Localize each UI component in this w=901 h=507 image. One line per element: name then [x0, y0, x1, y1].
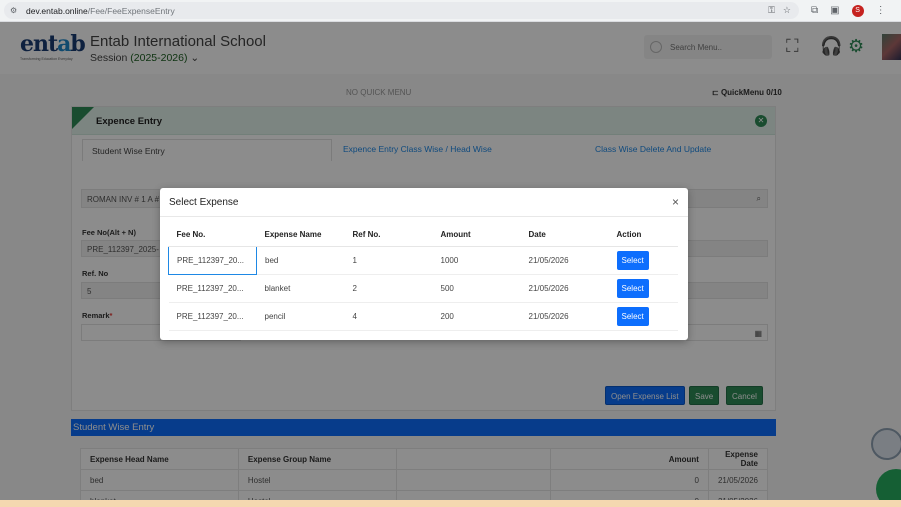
cell-amount: 500: [432, 274, 521, 303]
bottom-strip: [0, 500, 901, 507]
col-fee-no: Fee No.: [168, 223, 257, 247]
cell-amount: 200: [432, 302, 521, 331]
col-expense-name: Expense Name: [256, 223, 345, 247]
url-text[interactable]: dev.entab.online/Fee/FeeExpenseEntry: [26, 6, 175, 16]
browser-toolbar: ⚙ dev.entab.online/Fee/FeeExpenseEntry ⚿…: [0, 0, 901, 22]
profile-avatar[interactable]: S: [851, 4, 864, 17]
cell-date: 21/05/2026: [520, 302, 609, 331]
cell-fee-no[interactable]: PRE_112397_20...: [168, 245, 257, 275]
browser-menu-icon[interactable]: ⋮: [876, 5, 886, 16]
modal-title: Select Expense: [169, 197, 239, 208]
table-row[interactable]: PRE_112397_20... pencil 4 200 21/05/2026…: [168, 302, 678, 331]
extensions-icon[interactable]: ⧉: [811, 5, 818, 16]
table-row[interactable]: PRE_112397_20... blanket 2 500 21/05/202…: [168, 274, 678, 303]
bookmark-star-icon[interactable]: ☆: [783, 5, 791, 16]
cell-ref-no: 2: [344, 274, 433, 303]
cell-date: 21/05/2026: [520, 274, 609, 303]
cell-fee-no: PRE_112397_20...: [168, 274, 257, 303]
col-amount: Amount: [432, 223, 521, 247]
cell-action: Select: [608, 274, 678, 303]
cell-action: Select: [608, 246, 678, 275]
cell-expense-name: blanket: [256, 274, 345, 303]
select-button[interactable]: Select: [616, 250, 649, 270]
select-expense-modal: Select Expense × Fee No. Expense Name Re…: [160, 188, 688, 340]
cell-fee-no: PRE_112397_20...: [168, 302, 257, 331]
close-icon[interactable]: ×: [672, 196, 679, 208]
table-row[interactable]: PRE_112397_20... bed 1 1000 21/05/2026 S…: [168, 245, 678, 275]
col-date: Date: [520, 223, 609, 247]
expense-select-table: Fee No. Expense Name Ref No. Amount Date…: [168, 223, 678, 331]
col-action: Action: [608, 223, 678, 247]
address-bar[interactable]: ⚙ dev.entab.online/Fee/FeeExpenseEntry ⚿…: [4, 2, 799, 19]
cell-action: Select: [608, 302, 678, 331]
col-ref-no: Ref No.: [344, 223, 433, 247]
divider: [160, 216, 688, 217]
cell-date: 21/05/2026: [520, 246, 609, 275]
cell-amount: 1000: [432, 246, 521, 275]
password-key-icon[interactable]: ⚿: [768, 5, 775, 16]
select-button[interactable]: Select: [616, 278, 649, 298]
table-header-row: Fee No. Expense Name Ref No. Amount Date…: [168, 223, 678, 247]
cell-ref-no: 4: [344, 302, 433, 331]
cell-ref-no: 1: [344, 246, 433, 275]
select-button[interactable]: Select: [616, 306, 649, 326]
cell-expense-name: pencil: [256, 302, 345, 331]
cell-expense-name: bed: [256, 246, 345, 275]
tab-search-icon[interactable]: ▣: [830, 5, 839, 16]
site-info-icon[interactable]: ⚙: [10, 6, 21, 15]
